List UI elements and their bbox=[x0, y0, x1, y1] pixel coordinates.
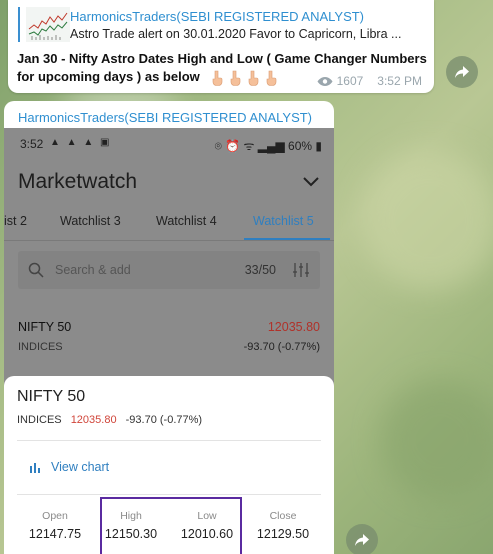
pointing-down-hand-icon bbox=[213, 70, 223, 86]
background-blob bbox=[360, 150, 493, 290]
emoji-row bbox=[209, 70, 279, 86]
view-chart-label: View chart bbox=[51, 460, 110, 474]
forward-arrow-icon bbox=[455, 66, 469, 78]
background-blob bbox=[380, 380, 493, 500]
reply-bar bbox=[18, 7, 20, 42]
high-low-highlight-box bbox=[100, 497, 242, 554]
filter-sliders-icon[interactable] bbox=[292, 262, 310, 278]
status-right-icons: ⌾ ⏰ ᯤ ▂▄▆ 60% ▮ bbox=[214, 139, 322, 153]
ohlc-value: 12147.75 bbox=[28, 527, 82, 541]
divider bbox=[17, 494, 321, 495]
pointing-down-hand-icon bbox=[267, 70, 277, 86]
sheet-price: 12035.80 bbox=[70, 414, 117, 426]
forward-arrow-icon bbox=[355, 534, 369, 546]
ohlc-open: Open 12147.75 bbox=[17, 510, 93, 541]
reply-text[interactable]: Astro Trade alert on 30.01.2020 Favor to… bbox=[70, 27, 401, 41]
view-chart-link[interactable]: View chart bbox=[30, 460, 109, 474]
message-time: 3:52 PM bbox=[377, 74, 422, 88]
page-title: Marketwatch bbox=[18, 170, 138, 193]
instrument-name[interactable]: NIFTY 50 bbox=[18, 320, 71, 334]
view-count: 1607 bbox=[336, 74, 364, 88]
screenshot-image[interactable]: 3:52 ▲ ▲ ▲ ▣ ⌾ ⏰ ᯤ ▂▄▆ 60% ▮ Marketwatch… bbox=[4, 128, 334, 554]
message-bubble-image[interactable]: HarmonicsTraders(SEBI REGISTERED ANALYST… bbox=[4, 101, 334, 554]
divider bbox=[4, 240, 334, 241]
status-time: 3:52 bbox=[20, 137, 44, 151]
instrument-segment: INDICES bbox=[18, 341, 63, 353]
message-meta: 1607 3:52 PM bbox=[317, 74, 422, 88]
share-button[interactable] bbox=[446, 56, 478, 88]
search-icon bbox=[28, 262, 44, 278]
instrument-detail-sheet: NIFTY 50 INDICES 12035.80 -93.70 (-0.77%… bbox=[4, 376, 334, 554]
status-left-icons: ▲ ▲ ▲ ▣ bbox=[50, 137, 112, 148]
chevron-down-icon bbox=[303, 177, 319, 187]
ohlc-label: Open bbox=[42, 510, 68, 522]
ohlc-label: Close bbox=[269, 510, 297, 522]
search-input[interactable]: Search & add bbox=[55, 263, 131, 277]
status-bar: 3:52 ▲ ▲ ▲ ▣ ⌾ ⏰ ᯤ ▂▄▆ 60% ▮ bbox=[4, 128, 334, 158]
share-button[interactable] bbox=[346, 524, 378, 554]
reply-author[interactable]: HarmonicsTraders(SEBI REGISTERED ANALYST… bbox=[70, 9, 364, 24]
message-bubble[interactable]: HarmonicsTraders(SEBI REGISTERED ANALYST… bbox=[8, 0, 434, 93]
instrument-price: 12035.80 bbox=[267, 320, 320, 334]
pointing-down-hand-icon bbox=[231, 70, 241, 86]
watchlist-count: 33/50 bbox=[244, 263, 276, 277]
instrument-change: -93.70 (-0.77%) bbox=[243, 341, 320, 353]
ohlc-value: 12129.50 bbox=[256, 527, 310, 541]
tab-watchlist-3[interactable]: Watchlist 3 bbox=[60, 214, 121, 228]
pointing-down-hand-icon bbox=[249, 70, 259, 86]
eye-icon bbox=[317, 76, 333, 87]
tab-watchlist-2[interactable]: ist 2 bbox=[4, 214, 27, 228]
ohlc-close: Close 12129.50 bbox=[245, 510, 321, 541]
bar-chart-icon bbox=[30, 463, 40, 473]
tab-watchlist-4[interactable]: Watchlist 4 bbox=[156, 214, 217, 228]
sheet-title: NIFTY 50 bbox=[17, 388, 86, 405]
reply-thumbnail[interactable] bbox=[26, 7, 70, 42]
sheet-change: -93.70 (-0.77%) bbox=[125, 414, 203, 426]
divider bbox=[17, 440, 321, 441]
search-bar[interactable]: Search & add 33/50 bbox=[18, 251, 320, 289]
sheet-segment: INDICES bbox=[17, 414, 62, 426]
tab-watchlist-5[interactable]: Watchlist 5 bbox=[253, 214, 314, 228]
message-author[interactable]: HarmonicsTraders(SEBI REGISTERED ANALYST… bbox=[18, 110, 312, 125]
sheet-subtitle: INDICES 12035.80 -93.70 (-0.77%) bbox=[17, 414, 202, 426]
